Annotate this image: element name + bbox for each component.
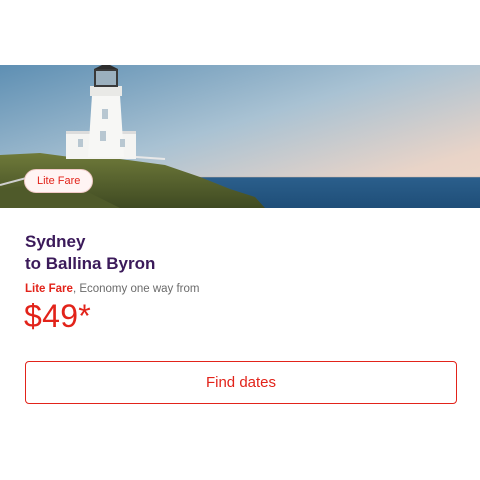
fare-cabin-text: , Economy one way from: [72, 283, 200, 295]
fare-description: Lite Fare, Economy one way from: [25, 282, 200, 296]
find-dates-button[interactable]: Find dates: [25, 361, 457, 404]
route-destination: to Ballina Byron: [25, 254, 156, 273]
fare-price: $49*: [24, 298, 92, 334]
deal-card: Lite Fare Sydney to Ballina Byron Lite F…: [0, 0, 480, 480]
lite-fare-badge: Lite Fare: [24, 169, 94, 193]
fare-type: Lite Fare: [25, 283, 73, 295]
route-origin: Sydney: [25, 232, 86, 251]
route-title: Sydney to Ballina Byron: [25, 231, 455, 275]
